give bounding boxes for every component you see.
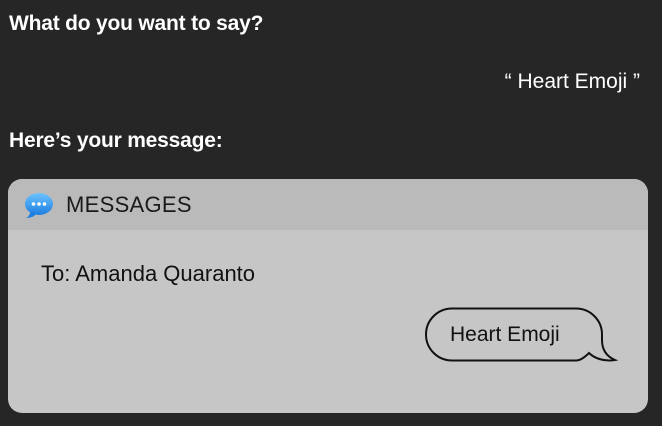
message-bubble: Heart Emoji xyxy=(424,307,618,363)
recipient-label: To: Amanda Quaranto xyxy=(41,261,256,286)
siri-response: Here’s your message: xyxy=(9,129,223,152)
card-header: MESSAGES xyxy=(8,179,648,230)
siri-prompt: What do you want to say? xyxy=(9,12,264,35)
message-text: Heart Emoji xyxy=(450,323,560,346)
messages-app-icon xyxy=(24,191,54,221)
user-utterance: “ Heart Emoji ” xyxy=(504,70,640,93)
app-name: MESSAGES xyxy=(66,191,192,217)
messages-card[interactable]: MESSAGES To: Amanda Quaranto Heart Emoji xyxy=(8,179,648,413)
